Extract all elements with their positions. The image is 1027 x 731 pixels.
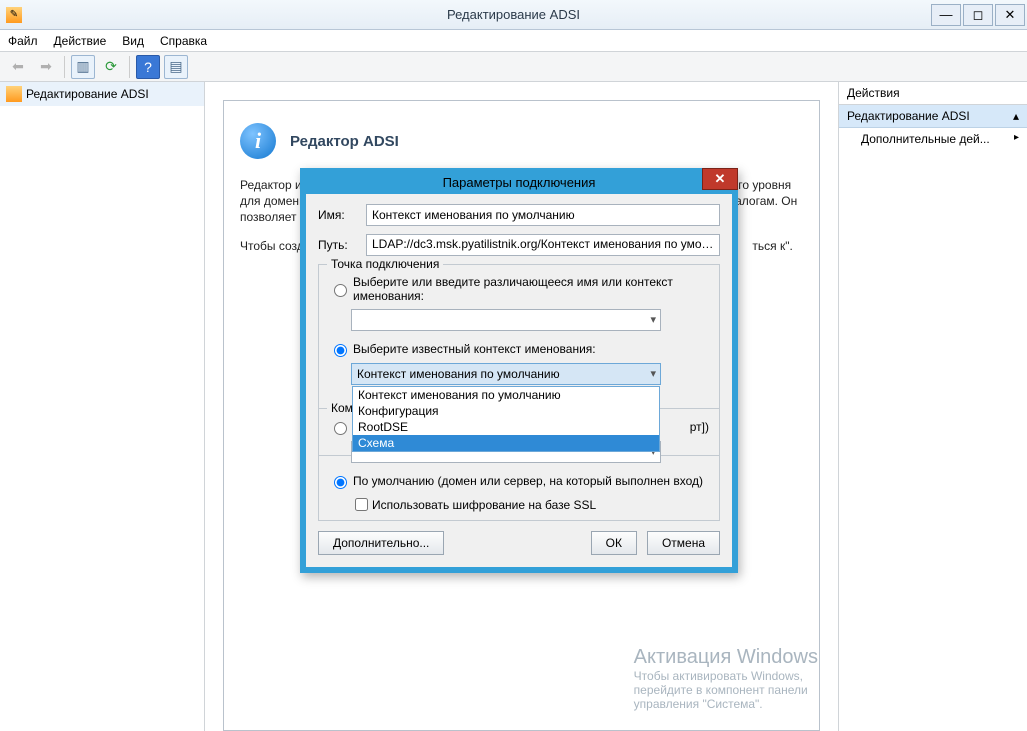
dropdown-option[interactable]: Схема [353,435,659,451]
known-context-value: Контекст именования по умолчанию [357,367,560,381]
content-header: Редактор ADSI [290,133,399,150]
menu-help[interactable]: Справка [160,34,207,48]
info-icon: i [240,123,276,159]
ssl-label: Использовать шифрование на базе SSL [372,498,596,512]
radio-default-row: По умолчанию (домен или сервер, на котор… [329,473,709,489]
help-icon[interactable]: ? [136,55,160,79]
nav-forward-icon[interactable]: ➡ [34,55,58,79]
toolbar: ⬅ ➡ ▥ ⟳ ? ▤ [0,52,1027,82]
activation-title: Активация Windows [634,646,818,669]
activation-line2: Чтобы активировать Windows, [634,669,818,683]
tree-root-label: Редактирование ADSI [26,87,149,101]
radio-default[interactable] [334,476,347,489]
connection-point-group-title: Точка подключения [327,257,443,271]
ssl-checkbox[interactable] [355,498,368,511]
radio-dn[interactable] [334,284,347,297]
refresh-icon[interactable]: ⟳ [99,55,123,79]
radio-server[interactable] [334,422,347,435]
ok-button[interactable]: ОК [591,531,637,555]
actions-section[interactable]: Редактирование ADSI ▴ [839,105,1027,128]
close-button[interactable]: ✕ [995,4,1025,26]
cancel-button[interactable]: Отмена [647,531,720,555]
dropdown-option[interactable]: Контекст именования по умолчанию [353,387,659,403]
window-title: Редактирование ADSI [0,7,1027,22]
path-value: LDAP://dc3.msk.pyatilistnik.org/Контекст… [366,234,720,256]
actions-item-more[interactable]: Дополнительные дей... [839,128,1027,150]
menubar: Файл Действие Вид Справка [0,30,1027,52]
radio-known-label: Выберите известный контекст именования: [353,342,596,356]
advanced-button[interactable]: Дополнительно... [318,531,444,555]
path-row: Путь: LDAP://dc3.msk.pyatilistnik.org/Ко… [318,234,720,256]
known-context-combo[interactable]: Контекст именования по умолчанию Контекс… [351,363,661,385]
spacer [454,531,580,555]
adsi-edit-icon [6,86,22,102]
radio-known-row: Выберите известный контекст именования: [329,341,709,357]
radio-known[interactable] [334,344,347,357]
dropdown-option[interactable]: RootDSE [353,419,659,435]
activation-watermark: Активация Windows Чтобы активировать Win… [634,646,818,711]
known-context-dropdown: Контекст именования по умолчанию Конфигу… [352,386,660,452]
activation-line4: управления "Система". [634,697,818,711]
connection-settings-dialog: Параметры подключения ✕ Имя: Путь: LDAP:… [300,168,738,573]
path-label: Путь: [318,238,366,252]
dn-combo[interactable] [351,309,661,331]
ssl-row: Использовать шифрование на базе SSL [351,495,709,514]
maximize-button[interactable]: ◻ [963,4,993,26]
dialog-buttons: Дополнительно... ОК Отмена [318,531,720,555]
connection-point-group: Точка подключения Выберите или введите р… [318,264,720,456]
content-description2-tail: ться к". [752,239,792,253]
titlebar: ✎ Редактирование ADSI — ◻ ✕ [0,0,1027,30]
radio-default-label: По умолчанию (домен или сервер, на котор… [353,474,703,488]
menu-file[interactable]: Файл [8,34,38,48]
toolbar-separator [64,56,65,78]
nav-back-icon[interactable]: ⬅ [6,55,30,79]
radio-server-label-tail: рт]) [690,420,709,434]
activation-line3: перейдите в компонент панели [634,683,818,697]
content-header-row: i Редактор ADSI [240,123,803,159]
actions-pane-title: Действия [839,82,1027,105]
radio-dn-label: Выберите или введите различающееся имя и… [353,275,709,303]
menu-action[interactable]: Действие [54,34,107,48]
app-icon: ✎ [6,7,22,23]
name-input[interactable] [366,204,720,226]
tree-root-item[interactable]: Редактирование ADSI [0,82,204,106]
name-label: Имя: [318,208,366,222]
dialog-titlebar: Параметры подключения ✕ [300,168,738,194]
show-hide-tree-icon[interactable]: ▥ [71,55,95,79]
dropdown-option[interactable]: Конфигурация [353,403,659,419]
minimize-button[interactable]: — [931,4,961,26]
dialog-body: Имя: Путь: LDAP://dc3.msk.pyatilistnik.o… [306,194,732,567]
dialog-title: Параметры подключения [443,175,596,190]
dialog-close-button[interactable]: ✕ [702,168,738,190]
properties-icon[interactable]: ▤ [164,55,188,79]
window-controls: — ◻ ✕ [931,4,1027,26]
radio-dn-row: Выберите или введите различающееся имя и… [329,275,709,303]
name-row: Имя: [318,204,720,226]
actions-pane: Действия Редактирование ADSI ▴ Дополните… [839,82,1027,731]
tree-pane: Редактирование ADSI [0,82,205,731]
toolbar-separator [129,56,130,78]
menu-view[interactable]: Вид [122,34,144,48]
collapse-icon: ▴ [1013,109,1019,123]
actions-item-label: Дополнительные дей... [861,132,990,146]
actions-section-label: Редактирование ADSI [847,109,970,123]
